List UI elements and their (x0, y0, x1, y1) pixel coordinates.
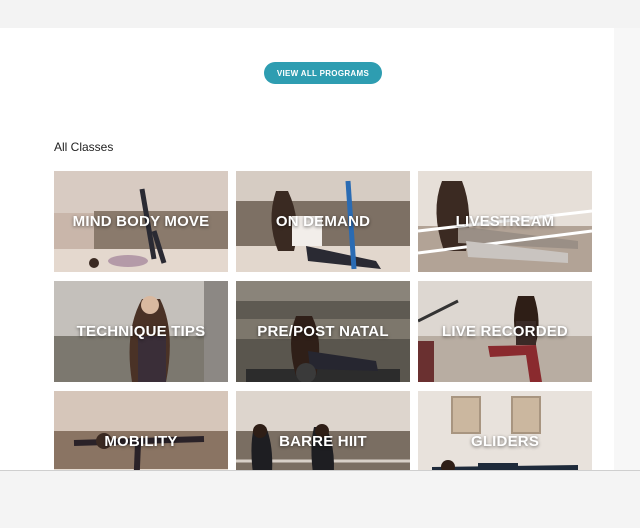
section-title: All Classes (54, 140, 114, 154)
class-grid: MIND BODY MOVE ON DEMAND LIVESTREAM TECH… (54, 171, 592, 492)
top-band (0, 0, 640, 28)
class-label: MOBILITY (104, 433, 178, 450)
class-label: ON DEMAND (275, 213, 371, 230)
bottom-band (0, 470, 640, 528)
class-card-mind-body-move[interactable]: MIND BODY MOVE (54, 171, 228, 272)
class-label: LIVE RECORDED (442, 323, 568, 340)
class-card-live-recorded[interactable]: LIVE RECORDED (418, 281, 592, 382)
class-card-on-demand[interactable]: ON DEMAND (236, 171, 410, 272)
class-label: PRE/POST NATAL (257, 323, 389, 340)
class-card-livestream[interactable]: LIVESTREAM (418, 171, 592, 272)
class-card-technique-tips[interactable]: TECHNIQUE TIPS (54, 281, 228, 382)
class-card-pre-post-natal[interactable]: PRE/POST NATAL (236, 281, 410, 382)
class-label: LIVESTREAM (455, 213, 555, 230)
class-label: TECHNIQUE TIPS (76, 323, 206, 340)
class-label: MIND BODY MOVE (72, 213, 210, 230)
page-content: VIEW ALL PROGRAMS All Classes MIND BODY … (0, 28, 614, 492)
right-gutter (614, 28, 640, 470)
class-label: GLIDERS (470, 433, 540, 450)
class-label: BARRE HIIT (279, 433, 367, 450)
view-all-programs-button[interactable]: VIEW ALL PROGRAMS (264, 62, 382, 84)
